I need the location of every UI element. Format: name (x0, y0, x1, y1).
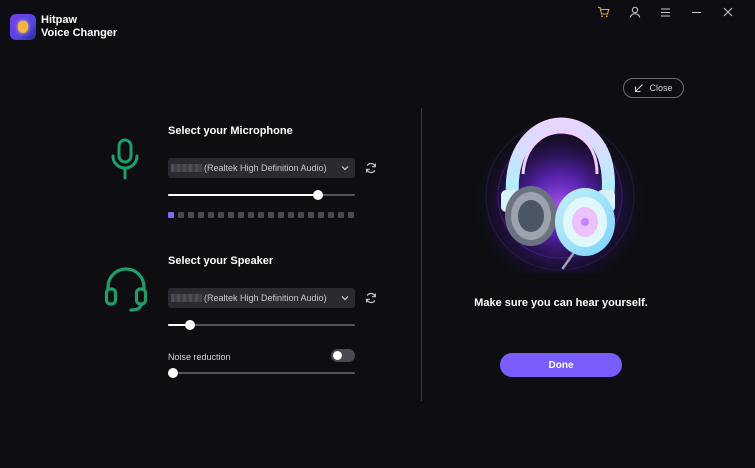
chevron-down-icon (341, 296, 349, 301)
cart-icon[interactable] (588, 4, 619, 20)
slider-fill (168, 194, 318, 196)
level-segment (238, 212, 244, 218)
microphone-device-text: (Realtek High Definition Audio) (204, 163, 327, 173)
microphone-level-meter (168, 212, 354, 218)
window-controls (588, 4, 743, 20)
level-segment (318, 212, 324, 218)
level-segment (208, 212, 214, 218)
menu-icon[interactable] (650, 4, 681, 20)
slider-track (168, 372, 355, 374)
level-segment (268, 212, 274, 218)
toggle-knob (333, 351, 342, 360)
level-segment (168, 212, 174, 218)
headphones-illustration (472, 108, 648, 274)
level-segment (338, 212, 344, 218)
speaker-refresh-icon[interactable] (365, 292, 377, 304)
slider-thumb[interactable] (185, 320, 195, 330)
level-segment (188, 212, 194, 218)
level-segment (308, 212, 314, 218)
device-name-redacted (171, 164, 202, 172)
level-segment (248, 212, 254, 218)
speaker-device-text: (Realtek High Definition Audio) (204, 293, 327, 303)
minimize-icon[interactable] (681, 4, 712, 20)
microphone-title: Select your Microphone (168, 125, 293, 137)
logo-mic-icon (18, 21, 28, 33)
app-name-line1: Hitpaw (41, 14, 78, 26)
device-name-redacted (171, 294, 202, 302)
arrow-down-left-icon (635, 84, 644, 93)
level-segment (328, 212, 334, 218)
app-logo (10, 14, 36, 40)
noise-reduction-toggle[interactable] (331, 349, 355, 362)
level-segment (198, 212, 204, 218)
speaker-volume-slider[interactable] (168, 320, 355, 330)
microphone-select[interactable]: (Realtek High Definition Audio) (168, 158, 355, 178)
slider-thumb[interactable] (313, 190, 323, 200)
noise-reduction-slider[interactable] (168, 368, 355, 378)
app-name: Hitpaw Voice Changer (41, 14, 117, 40)
microphone-icon (111, 138, 139, 180)
level-segment (278, 212, 284, 218)
slider-track (168, 324, 355, 326)
hear-yourself-message: Make sure you can hear yourself. (474, 297, 648, 309)
level-segment (258, 212, 264, 218)
level-segment (288, 212, 294, 218)
close-button-label: Close (649, 83, 673, 93)
speaker-select[interactable]: (Realtek High Definition Audio) (168, 288, 355, 308)
level-segment (178, 212, 184, 218)
slider-thumb[interactable] (168, 368, 178, 378)
level-segment (298, 212, 304, 218)
app-name-line2: Voice Changer (41, 27, 118, 39)
speaker-title: Select your Speaker (168, 255, 274, 267)
microphone-volume-slider[interactable] (168, 190, 355, 200)
close-button[interactable]: Close (623, 78, 684, 98)
user-icon[interactable] (619, 4, 650, 20)
level-segment (348, 212, 354, 218)
close-window-icon[interactable] (712, 4, 743, 20)
level-segment (218, 212, 224, 218)
headset-icon (104, 267, 148, 312)
level-segment (228, 212, 234, 218)
app-header: Hitpaw Voice Changer (0, 0, 755, 48)
panel-divider (421, 108, 422, 401)
chevron-down-icon (341, 166, 349, 171)
done-button[interactable]: Done (500, 353, 622, 377)
microphone-refresh-icon[interactable] (365, 162, 377, 174)
noise-reduction-label: Noise reduction (168, 352, 231, 362)
